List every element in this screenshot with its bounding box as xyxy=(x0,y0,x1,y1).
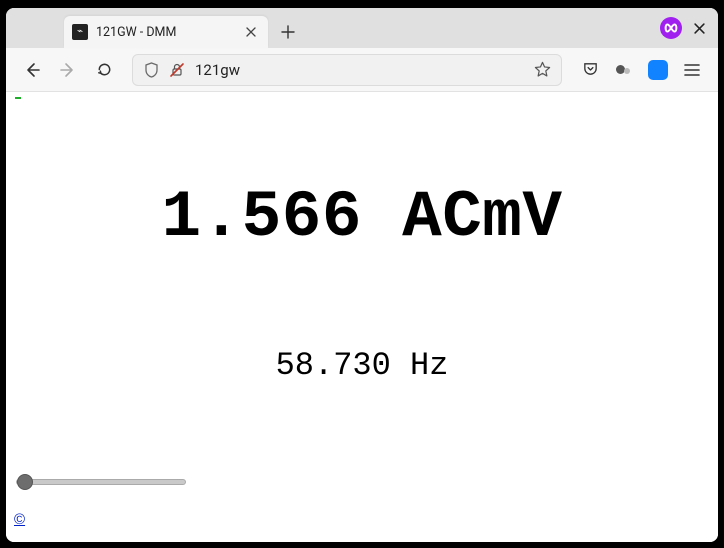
dots-icon xyxy=(615,61,633,79)
new-tab-button[interactable] xyxy=(274,18,302,46)
url-text: 121gw xyxy=(195,61,523,79)
pocket-icon xyxy=(582,61,599,78)
toolbar: 121gw xyxy=(6,48,718,92)
copyright-link[interactable]: © xyxy=(14,511,25,528)
blue-square-icon xyxy=(648,60,668,80)
arrow-left-icon xyxy=(23,61,41,79)
tab-active[interactable]: ⌁ 121GW - DMM xyxy=(64,16,268,48)
forward-button[interactable] xyxy=(52,54,84,86)
status-mark xyxy=(15,97,21,99)
infinity-icon xyxy=(664,23,678,33)
pocket-button[interactable] xyxy=(574,54,606,86)
arrow-right-icon xyxy=(59,61,77,79)
close-icon xyxy=(694,23,705,34)
tab-favicon: ⌁ xyxy=(72,24,88,40)
secondary-reading: 58.730 Hz xyxy=(6,347,718,384)
browser-window: ⌁ 121GW - DMM xyxy=(6,8,718,542)
window-close-button[interactable] xyxy=(688,17,710,39)
back-button[interactable] xyxy=(16,54,48,86)
range-slider[interactable] xyxy=(16,473,186,491)
tab-title: 121GW - DMM xyxy=(96,25,234,40)
close-icon xyxy=(246,27,256,37)
window-controls xyxy=(660,8,710,48)
app-menu-button[interactable] xyxy=(676,54,708,86)
star-icon xyxy=(534,61,551,78)
range-control xyxy=(14,471,184,496)
plus-icon xyxy=(281,25,295,39)
tab-close-button[interactable] xyxy=(242,23,260,41)
insecure-lock-icon[interactable] xyxy=(169,62,185,78)
extension-dots-button[interactable] xyxy=(608,54,640,86)
primary-reading: 1.566 ACmV xyxy=(6,180,718,255)
reload-button[interactable] xyxy=(88,54,120,86)
reload-icon xyxy=(96,61,113,78)
zoom-badge-button[interactable] xyxy=(642,54,674,86)
bookmark-button[interactable] xyxy=(533,61,551,79)
hamburger-icon xyxy=(684,63,700,77)
shield-icon[interactable] xyxy=(143,62,159,78)
toolbar-right xyxy=(574,54,708,86)
url-bar[interactable]: 121gw xyxy=(132,54,562,86)
extension-badge-icon[interactable] xyxy=(660,17,682,39)
page-content: 1.566 ACmV 58.730 Hz © xyxy=(6,92,718,542)
tab-strip: ⌁ 121GW - DMM xyxy=(6,8,718,48)
